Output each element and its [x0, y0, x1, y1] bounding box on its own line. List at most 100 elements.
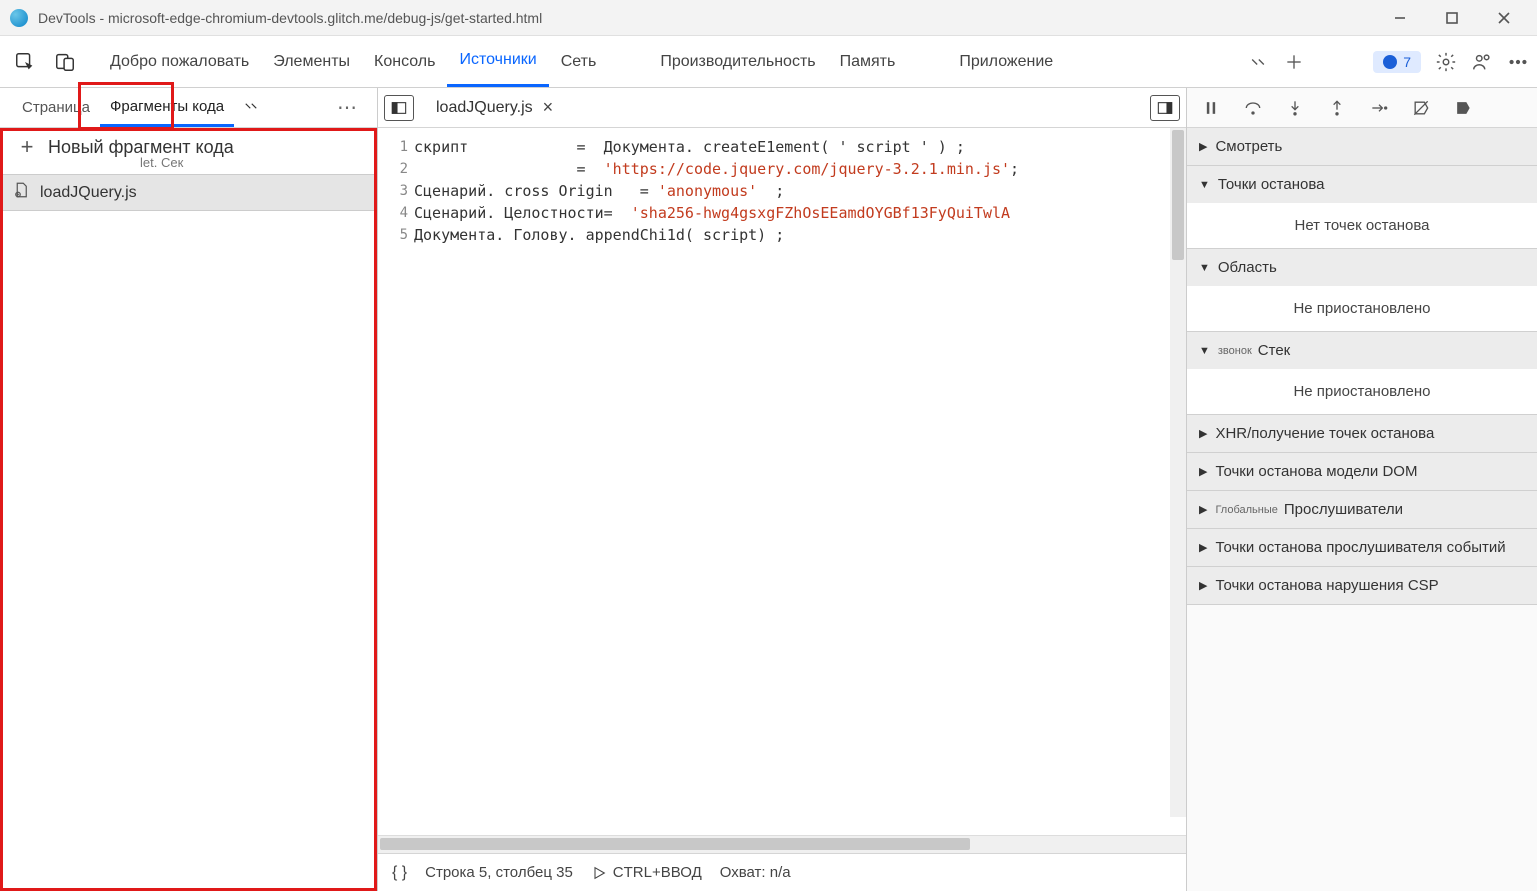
toggle-navigator-icon[interactable]	[384, 95, 414, 121]
vertical-scrollbar[interactable]	[1170, 128, 1186, 817]
snippet-list-empty	[0, 211, 377, 891]
navigator-panel: Страница Фрагменты кода ⋯ + Новый фрагме…	[0, 88, 378, 891]
devtools-toolbar: Добро пожаловать Элементы Консоль Источн…	[0, 36, 1537, 88]
nav-more-tabs-icon[interactable]	[242, 97, 260, 118]
nav-tab-snippets[interactable]: Фрагменты кода	[100, 88, 234, 127]
triangle-right-icon: ▶	[1199, 140, 1207, 153]
window-maximize-button[interactable]	[1429, 3, 1475, 33]
more-options-icon[interactable]	[1507, 51, 1529, 73]
debugger-section: ▶ Точки останова прослушивателя событий	[1187, 529, 1537, 567]
debugger-section: ▶ Смотреть	[1187, 128, 1537, 166]
snippet-file-row[interactable]: loadJQuery.js	[0, 174, 377, 211]
issues-badge[interactable]: 7	[1373, 51, 1421, 73]
section-header[interactable]: ▶ Смотреть	[1187, 128, 1537, 165]
tab-sources[interactable]: Источники	[447, 36, 548, 87]
triangle-right-icon: ▶	[1199, 579, 1207, 592]
debugger-panel: ▶ Смотреть ▼ Точки останова Нет точек остано…	[1187, 88, 1537, 891]
code-editor[interactable]: 1 2 3 4 5 скрипт = Документа. createE1em…	[378, 128, 1186, 835]
new-snippet-subtext: let. Сек	[0, 155, 377, 170]
section-prefix: Глобальные	[1215, 504, 1277, 516]
cursor-position: Строка 5, столбец 35	[425, 864, 573, 881]
nav-tab-page[interactable]: Страница	[12, 88, 100, 127]
section-header[interactable]: ▶ XHR/получение точек останова	[1187, 415, 1537, 452]
section-label: Стек	[1258, 342, 1290, 359]
tab-network[interactable]: Сеть	[549, 36, 609, 87]
section-label: Точки останова нарушения CSP	[1215, 577, 1438, 594]
section-header[interactable]: ▶ Точки останова прослушивателя событий	[1187, 529, 1537, 566]
tab-application[interactable]: Приложение	[947, 36, 1065, 87]
horizontal-scrollbar[interactable]	[378, 835, 1186, 853]
step-into-icon[interactable]	[1279, 94, 1311, 122]
run-snippet-button[interactable]: CTRL+ВВОД	[591, 864, 702, 881]
section-body: Нет точек останова	[1187, 203, 1537, 248]
section-label: Точки останова модели DOM	[1215, 463, 1417, 480]
nav-overflow-icon[interactable]: ⋯	[337, 95, 359, 120]
issues-count: 7	[1403, 54, 1411, 70]
window-title: DevTools - microsoft-edge-chromium-devto…	[38, 10, 1377, 26]
debugger-controls	[1187, 88, 1537, 128]
window-close-button[interactable]	[1481, 3, 1527, 33]
triangle-right-icon: ▶	[1199, 503, 1207, 516]
section-label: XHR/получение точек останова	[1215, 425, 1434, 442]
section-body: Не приостановлено	[1187, 286, 1537, 331]
triangle-down-icon: ▼	[1199, 345, 1210, 357]
step-out-icon[interactable]	[1321, 94, 1353, 122]
debugger-section: ▶ Точки останова модели DOM	[1187, 453, 1537, 491]
debugger-section: ▶ XHR/получение точек останова	[1187, 415, 1537, 453]
editor-file-tab-label: loadJQuery.js	[436, 99, 533, 117]
section-body: Не приостановлено	[1187, 369, 1537, 414]
debugger-section: ▼ звонок Стек Не приостановлено	[1187, 332, 1537, 415]
more-tabs-icon[interactable]	[1247, 51, 1269, 73]
inspect-element-icon[interactable]	[8, 45, 42, 79]
play-icon	[591, 865, 607, 881]
section-header[interactable]: ▶ Точки останова нарушения CSP	[1187, 567, 1537, 604]
triangle-right-icon: ▶	[1199, 427, 1207, 440]
debugger-section: ▶ Глобальные Прослушиватели	[1187, 491, 1537, 529]
tab-performance[interactable]: Производительность	[648, 36, 827, 87]
section-prefix: звонок	[1218, 345, 1252, 357]
issue-dot-icon	[1383, 55, 1397, 69]
settings-icon[interactable]	[1435, 51, 1457, 73]
pause-on-exceptions-icon[interactable]	[1447, 94, 1479, 122]
feedback-icon[interactable]	[1471, 51, 1493, 73]
main-tabs: Добро пожаловать Элементы Консоль Источн…	[98, 36, 1065, 87]
section-header[interactable]: ▶ Глобальные Прослушиватели	[1187, 491, 1537, 528]
tab-console[interactable]: Консоль	[362, 36, 447, 87]
triangle-right-icon: ▶	[1199, 541, 1207, 554]
section-label: Точки останова	[1218, 176, 1325, 193]
code-content[interactable]: скрипт = Документа. createE1ement( ' scr…	[408, 128, 1186, 835]
add-tab-icon[interactable]	[1283, 51, 1305, 73]
section-header[interactable]: ▼ Точки останова	[1187, 166, 1537, 203]
triangle-down-icon: ▼	[1199, 262, 1210, 274]
editor-statusbar: { } Строка 5, столбец 35 CTRL+ВВОД Охват…	[378, 853, 1186, 891]
pause-icon[interactable]	[1195, 94, 1227, 122]
section-label: Прослушиватели	[1284, 501, 1403, 518]
deactivate-breakpoints-icon[interactable]	[1405, 94, 1437, 122]
editor-file-tab[interactable]: loadJQuery.js ×	[428, 88, 561, 127]
tab-elements[interactable]: Элементы	[261, 36, 362, 87]
step-over-icon[interactable]	[1237, 94, 1269, 122]
section-label: Область	[1218, 259, 1277, 276]
section-header[interactable]: ▼ Область	[1187, 249, 1537, 286]
section-label: Смотреть	[1215, 138, 1282, 155]
line-gutter: 1 2 3 4 5	[378, 128, 408, 835]
window-titlebar: DevTools - microsoft-edge-chromium-devto…	[0, 0, 1537, 36]
snippet-file-icon	[12, 181, 30, 204]
section-header[interactable]: ▼ звонок Стек	[1187, 332, 1537, 369]
section-label: Точки останова прослушивателя событий	[1215, 539, 1505, 556]
debugger-section: ▶ Точки останова нарушения CSP	[1187, 567, 1537, 605]
section-header[interactable]: ▶ Точки останова модели DOM	[1187, 453, 1537, 490]
toggle-debugger-icon[interactable]	[1150, 95, 1180, 121]
snippet-file-name: loadJQuery.js	[40, 184, 137, 202]
step-icon[interactable]	[1363, 94, 1395, 122]
pretty-print-icon[interactable]: { }	[392, 864, 407, 882]
window-minimize-button[interactable]	[1377, 3, 1423, 33]
tab-welcome[interactable]: Добро пожаловать	[98, 36, 261, 87]
device-toolbar-icon[interactable]	[48, 45, 82, 79]
tab-memory[interactable]: Память	[828, 36, 908, 87]
triangle-down-icon: ▼	[1199, 179, 1210, 191]
close-tab-icon[interactable]: ×	[543, 97, 554, 118]
triangle-right-icon: ▶	[1199, 465, 1207, 478]
debugger-section: ▼ Область Не приостановлено	[1187, 249, 1537, 332]
coverage-status: Охват: n/a	[720, 864, 791, 881]
